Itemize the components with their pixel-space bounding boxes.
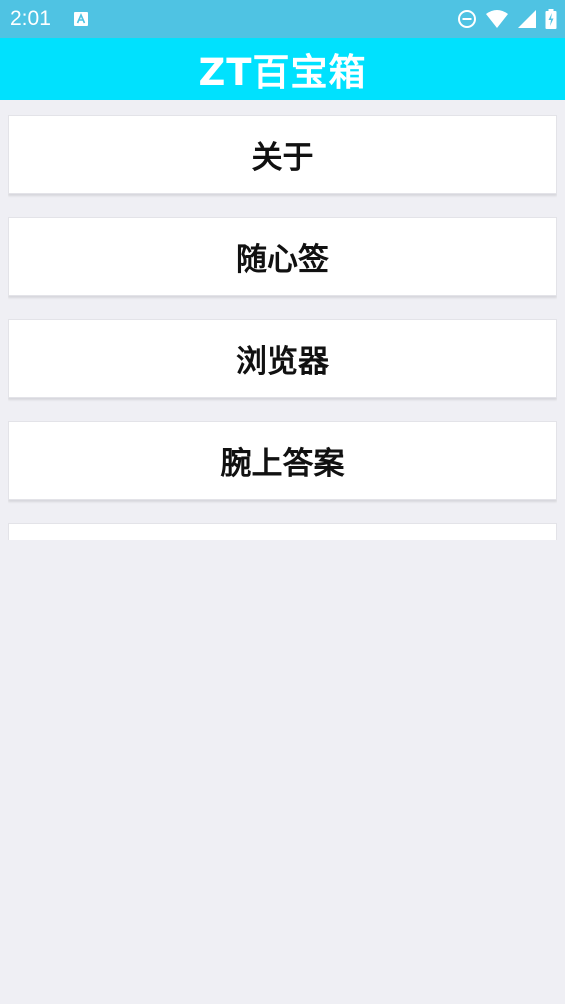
menu-item-about[interactable]: 关于 [8,115,557,194]
menu-item-label: 浏览器 [236,344,329,380]
menu-item-suixinqian[interactable]: 随心签 [8,217,557,296]
menu-item-browser[interactable]: 浏览器 [8,319,557,398]
wifi-icon [485,9,509,29]
do-not-disturb-icon [457,9,477,29]
menu-list[interactable]: 关于 随心签 浏览器 腕上答案 [8,115,557,540]
battery-icon [545,9,557,29]
a-notification-icon [74,11,88,26]
menu-item-partial[interactable] [8,523,557,540]
app-title: ZT百宝箱 [198,51,367,94]
signal-icon [517,9,537,29]
status-icons [457,8,557,30]
menu-item-label: 关于 [251,140,314,176]
app-bar: ZT百宝箱 [0,38,565,100]
menu-item-label: 随心签 [236,242,329,278]
menu-item-label: 腕上答案 [220,446,345,482]
status-time: 2:01 [10,7,51,30]
menu-item-wrist-answer[interactable]: 腕上答案 [8,421,557,500]
status-bar: 2:01 [0,0,565,38]
